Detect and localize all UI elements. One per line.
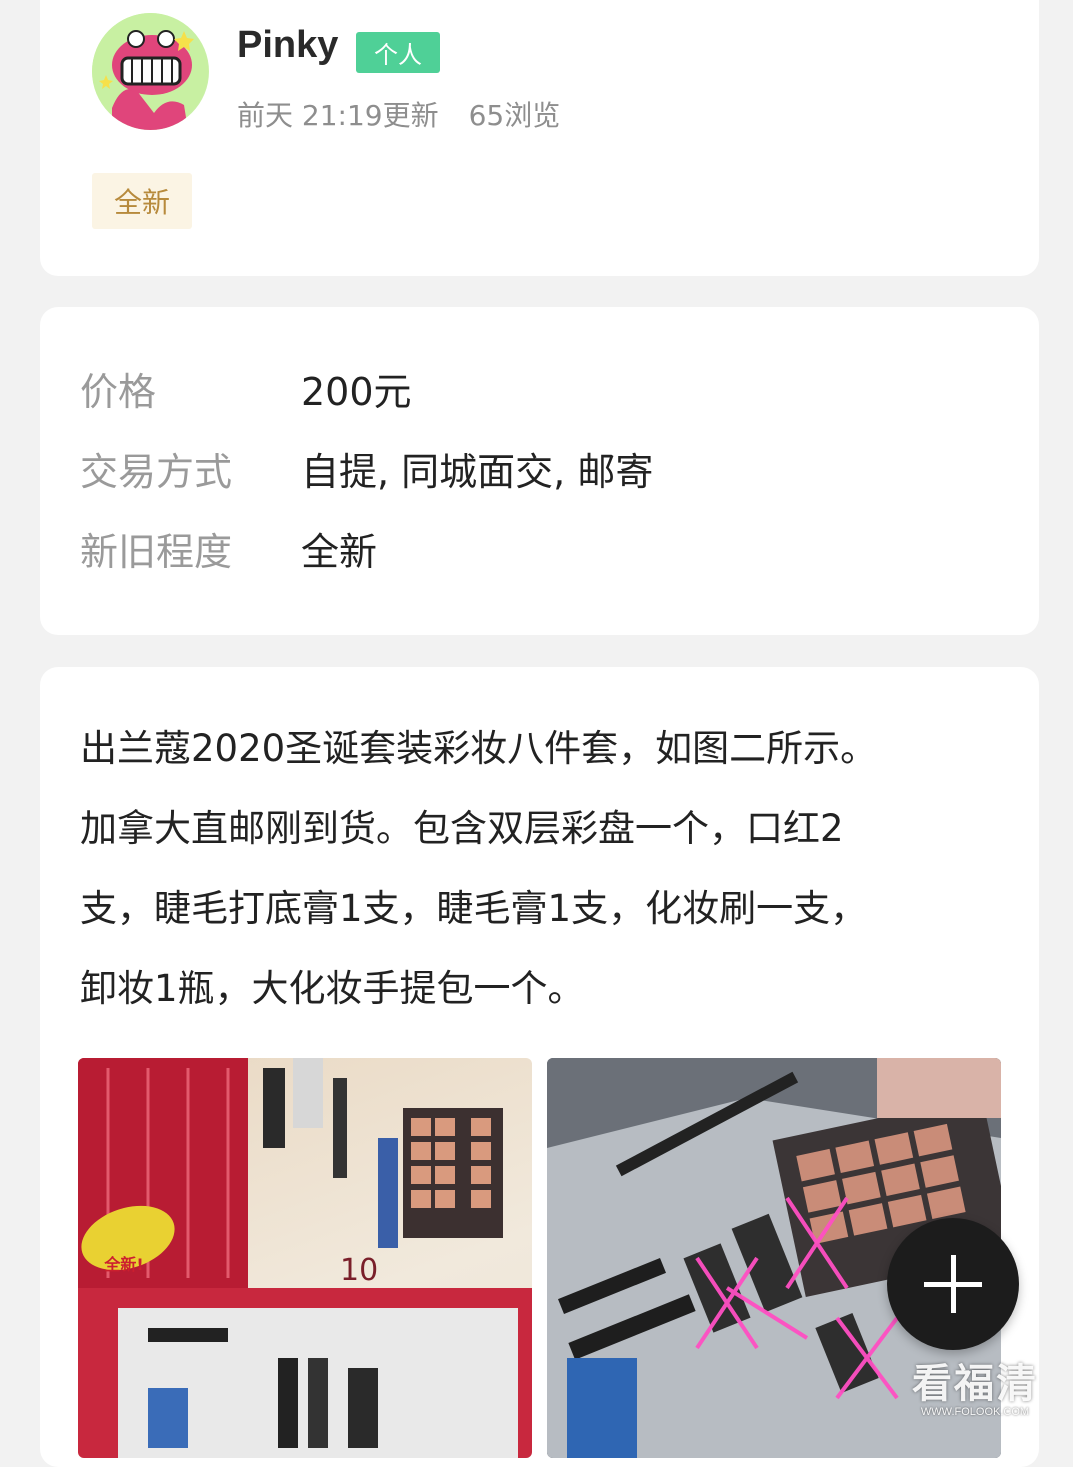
- watermark-logo: 看福清 WWW.FOLOOK.COM: [912, 1362, 1038, 1418]
- detail-value: 200元: [301, 370, 412, 414]
- view-count: 65浏览: [468, 99, 561, 132]
- update-time: 前天 21:19更新: [237, 99, 439, 132]
- detail-value: 自提, 同城面交, 邮寄: [301, 450, 654, 494]
- product-photo-1[interactable]: 全新! 10: [78, 1058, 532, 1458]
- description-card: 出兰蔻2020圣诞套装彩妆八件套，如图二所示。 加拿大直邮刚到货。包含双层彩盘一…: [40, 667, 1039, 1467]
- photo-number: 10: [340, 1253, 378, 1288]
- detail-row-trade-method: 交易方式 自提, 同城面交, 邮寄: [80, 441, 653, 496]
- detail-label: 交易方式: [80, 450, 233, 494]
- watermark-text: 看福清: [912, 1361, 1038, 1407]
- post-meta: 前天 21:19更新 65浏览: [237, 94, 560, 134]
- detail-row-condition: 新旧程度 全新: [80, 521, 377, 576]
- condition-tag: 全新: [92, 173, 193, 229]
- detail-label: 新旧程度: [80, 530, 233, 574]
- seller-card: Pinky 个人 前天 21:19更新 65浏览 全新: [40, 0, 1039, 276]
- username[interactable]: Pinky: [237, 24, 338, 67]
- description-line: 加拿大直邮刚到货。包含双层彩盘一个，口红2: [80, 807, 844, 850]
- detail-value: 全新: [301, 530, 378, 574]
- description-line: 卸妆1瓶，大化妆手提包一个。: [80, 967, 585, 1010]
- detail-label: 价格: [80, 370, 157, 414]
- avatar[interactable]: [92, 13, 209, 130]
- detail-row-price: 价格 200元: [80, 361, 412, 416]
- description-line: 支，睫毛打底膏1支，睫毛膏1支，化妆刷一支，: [80, 887, 868, 930]
- item-details-card: 价格 200元 交易方式 自提, 同城面交, 邮寄 新旧程度 全新: [40, 307, 1039, 635]
- sticker-text: 全新!: [103, 1255, 143, 1274]
- description-line: 出兰蔻2020圣诞套装彩妆八件套，如图二所示。: [80, 727, 878, 770]
- description-text: 出兰蔻2020圣诞套装彩妆八件套，如图二所示。 加拿大直邮刚到货。包含双层彩盘一…: [80, 709, 1010, 1029]
- seller-type-badge: 个人: [356, 32, 440, 73]
- add-post-button[interactable]: [887, 1218, 1019, 1350]
- watermark-url: WWW.FOLOOK.COM: [920, 1406, 1030, 1418]
